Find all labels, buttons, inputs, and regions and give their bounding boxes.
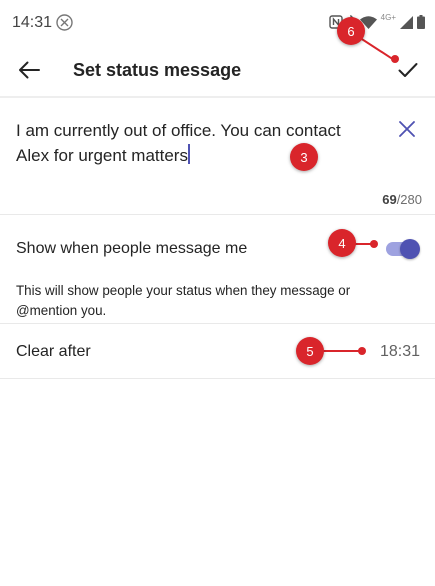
status-message-input[interactable]: I am currently out of office. You can co… [16,118,376,168]
callout-badge-6: 6 [337,17,365,45]
arrow-left-icon [19,61,40,79]
character-counter: 69/280 [382,192,422,207]
callout-5-dot [358,347,366,355]
character-count: 69 [382,192,397,207]
header-divider [0,96,435,98]
character-limit: /280 [396,192,422,207]
app-bar: Set status message [0,46,435,94]
clear-after-label: Clear after [16,343,91,360]
show-status-toggle[interactable] [384,239,420,259]
message-divider [0,214,435,215]
clear-after-row[interactable]: Clear after 18:31 [0,324,435,378]
callout-badge-5: 5 [296,337,324,365]
signal-icon [400,15,413,29]
show-status-description: This will show people your status when t… [16,283,351,318]
status-time: 14:31 [12,14,53,31]
clear-after-value: 18:31 [379,343,420,360]
clear-after-divider [0,378,435,379]
text-cursor [187,144,190,164]
battery-icon [417,15,425,29]
back-button[interactable] [14,55,44,85]
close-icon [399,121,415,137]
callout-4-dot [370,240,378,248]
callout-badge-3: 3 [290,143,318,171]
clear-message-button[interactable] [395,117,419,141]
network-label: 4G+ [380,12,396,22]
x-notification-icon [56,14,73,31]
callout-6-dot [391,55,399,63]
page-title: Set status message [73,60,242,80]
callout-badge-4: 4 [328,229,356,257]
toggle-thumb [400,239,420,259]
status-bar: 14:31 4G+ [0,0,435,46]
show-status-label: Show when people message me [16,240,248,257]
checkmark-icon [398,63,418,77]
